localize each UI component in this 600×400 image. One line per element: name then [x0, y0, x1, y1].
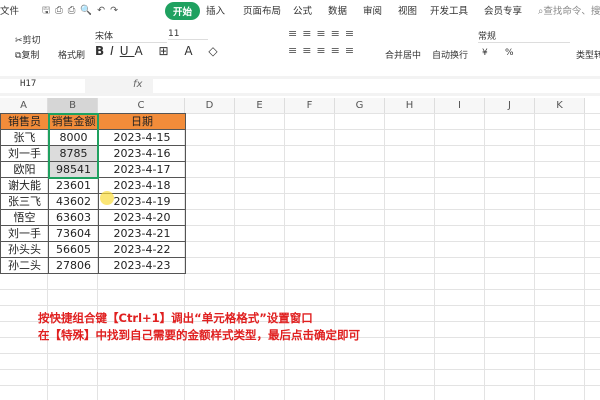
table-cell[interactable]: 张飞 — [0, 129, 49, 146]
gridline — [534, 113, 535, 400]
tab-view[interactable]: 视图 — [398, 3, 417, 17]
selection-range — [48, 113, 99, 179]
name-box[interactable]: H17 — [0, 79, 85, 93]
table-cell[interactable]: 张三飞 — [0, 193, 49, 210]
gridline — [234, 113, 235, 400]
table-cell[interactable]: 孙二头 — [0, 257, 49, 274]
table-cell[interactable]: 63603 — [48, 209, 99, 226]
tab-data[interactable]: 数据 — [328, 3, 347, 17]
table-cell[interactable]: 欧阳 — [0, 161, 49, 178]
column-header-D[interactable]: D — [185, 98, 235, 113]
tab-home[interactable]: 开始 — [165, 2, 201, 20]
tab-member[interactable]: 会员专享 — [484, 3, 522, 17]
table-header-cell[interactable]: 日期 — [98, 113, 186, 130]
merge-center-button[interactable]: 合并居中 — [385, 48, 421, 61]
table-cell[interactable]: 悟空 — [0, 209, 49, 226]
column-header-B[interactable]: B — [48, 98, 98, 113]
column-header-E[interactable]: E — [235, 98, 285, 113]
table-cell[interactable]: 27806 — [48, 257, 99, 274]
tab-developer[interactable]: 开发工具 — [430, 3, 468, 17]
tab-review[interactable]: 审阅 — [363, 3, 382, 17]
column-header-H[interactable]: H — [385, 98, 435, 113]
percent-button[interactable]: % — [505, 48, 514, 58]
quick-access-icons[interactable]: 🖫⎙⎙🔍↶↷ — [42, 3, 123, 19]
tab-insert[interactable]: 插入 — [206, 3, 225, 17]
gridline — [284, 113, 285, 400]
gridline — [334, 113, 335, 400]
cursor-highlight — [100, 191, 114, 205]
tab-formula[interactable]: 公式 — [293, 3, 312, 17]
gridline — [484, 113, 485, 400]
column-header-I[interactable]: I — [435, 98, 485, 113]
font-style-buttons[interactable]: BIUA ⊞ A ◇ — [95, 44, 224, 58]
table-cell[interactable]: 刘一手 — [0, 145, 49, 162]
fx-icon[interactable]: fx — [133, 79, 142, 90]
wrap-text-button[interactable]: 自动换行 — [432, 48, 468, 61]
table-cell[interactable]: 谢大能 — [0, 177, 49, 194]
column-header-K[interactable]: K — [535, 98, 585, 113]
font-select[interactable]: 宋体 — [95, 29, 167, 43]
column-header-F[interactable]: F — [285, 98, 335, 113]
copy-button[interactable]: ⧉复制 — [15, 48, 39, 61]
tab-page-layout[interactable]: 页面布局 — [243, 3, 281, 17]
table-cell[interactable]: 2023-4-23 — [98, 257, 186, 274]
currency-button[interactable]: ¥ — [482, 48, 488, 58]
table-cell[interactable]: 2023-4-22 — [98, 241, 186, 258]
align-buttons[interactable]: ≡≡≡≡≡ — [288, 27, 359, 40]
gridline — [434, 113, 435, 400]
gridline — [584, 113, 585, 400]
format-painter-button[interactable]: 格式刷 — [58, 48, 85, 61]
gridline — [384, 113, 385, 400]
table-cell[interactable]: 2023-4-16 — [98, 145, 186, 162]
column-header-J[interactable]: J — [485, 98, 535, 113]
table-header-cell[interactable]: 销售员 — [0, 113, 49, 130]
column-header-A[interactable]: A — [0, 98, 48, 113]
table-cell[interactable]: 孙头头 — [0, 241, 49, 258]
table-cell[interactable]: 43602 — [48, 193, 99, 210]
number-format-select[interactable]: 常规 — [478, 29, 570, 43]
column-header-C[interactable]: C — [98, 98, 185, 113]
table-cell[interactable]: 2023-4-17 — [98, 161, 186, 178]
table-cell[interactable]: 2023-4-21 — [98, 225, 186, 242]
table-cell[interactable]: 2023-4-15 — [98, 129, 186, 146]
convert-type-button[interactable]: 类型转 — [576, 48, 600, 61]
table-cell[interactable]: 2023-4-20 — [98, 209, 186, 226]
table-cell[interactable]: 刘一手 — [0, 225, 49, 242]
instruction-line-2: 在【特殊】中找到自己需要的金额样式类型，最后点击确定即可 — [38, 328, 360, 342]
formula-bar: H17 fx — [0, 76, 600, 96]
cut-button[interactable]: ✂剪切 — [15, 33, 41, 46]
table-cell[interactable]: 23601 — [48, 177, 99, 194]
search-command[interactable]: ⌕查找命令、搜索 — [538, 3, 600, 17]
file-menu[interactable]: 文件 — [0, 3, 19, 17]
column-header-G[interactable]: G — [335, 98, 385, 113]
formula-input[interactable] — [153, 79, 600, 93]
align-buttons-2[interactable]: ≡≡≡≡≡ — [288, 44, 359, 57]
table-cell[interactable]: 73604 — [48, 225, 99, 242]
instruction-line-1: 按快捷组合键【Ctrl+1】调出“单元格格式”设置窗口 — [38, 311, 313, 325]
table-cell[interactable]: 56605 — [48, 241, 99, 258]
font-size-select[interactable]: 11 — [168, 29, 208, 40]
